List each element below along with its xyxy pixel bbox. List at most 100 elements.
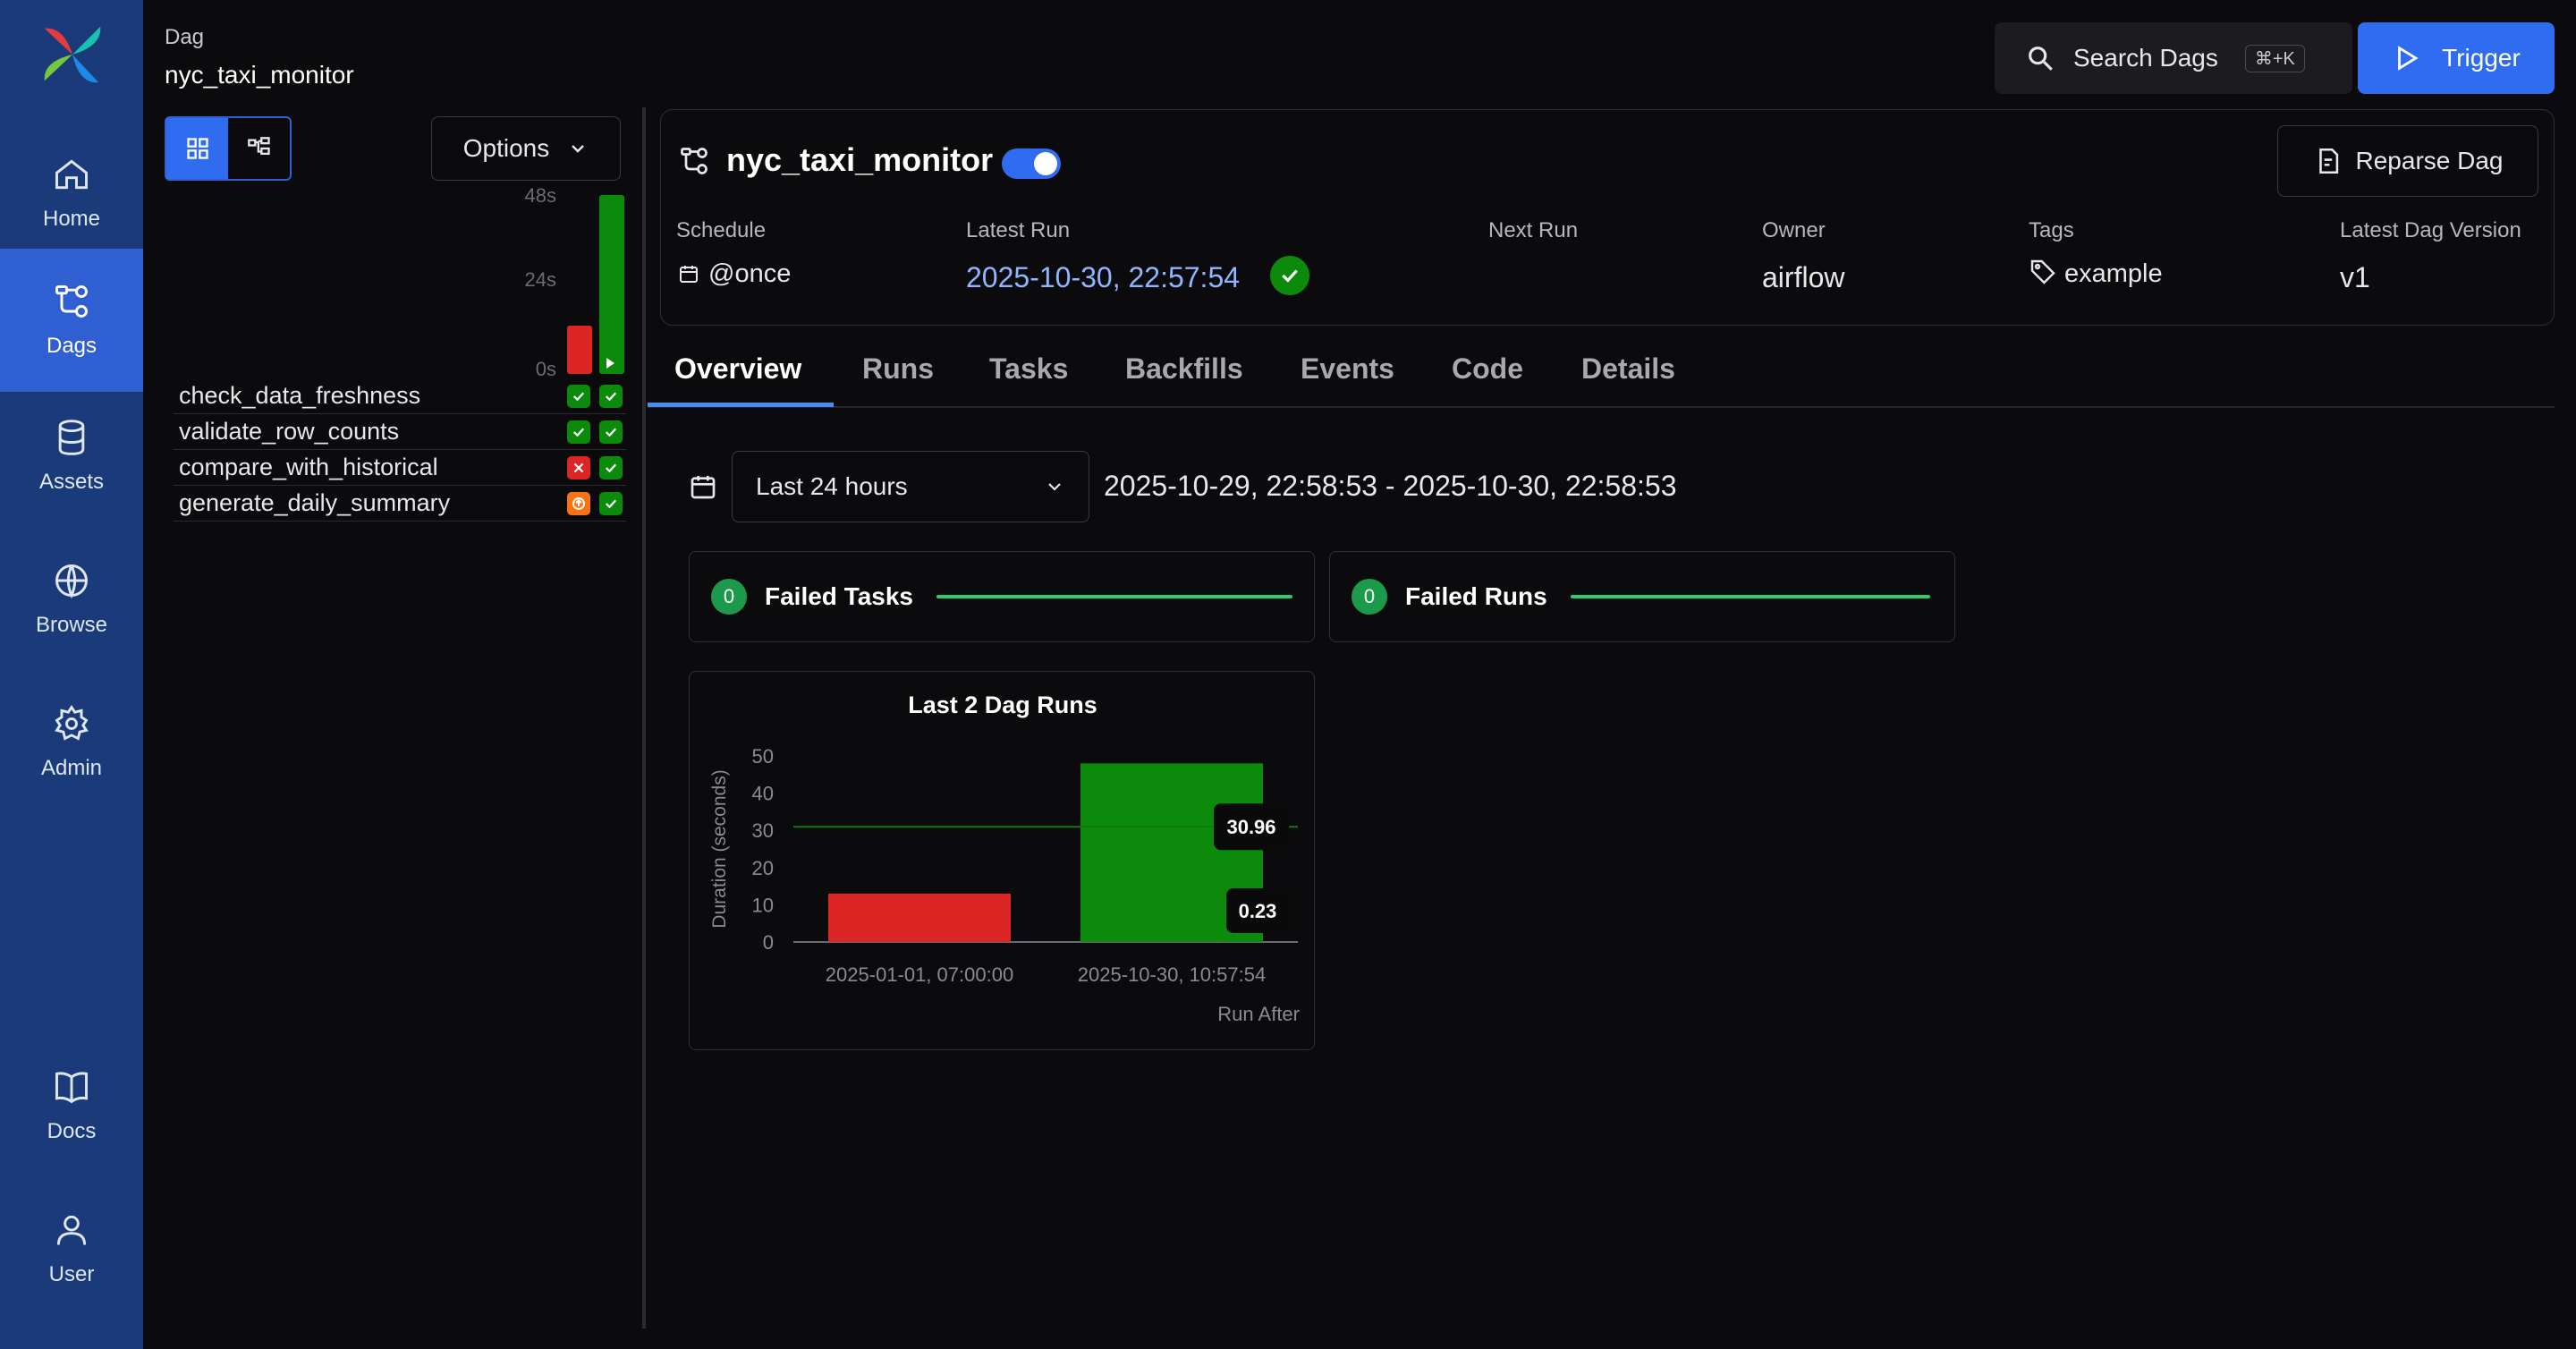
y-tick-label: 40	[752, 783, 774, 805]
y-tick-label: 20	[752, 857, 774, 879]
success-check-icon	[1270, 256, 1309, 295]
y-tick-label: 0	[763, 931, 774, 954]
check-icon	[605, 498, 617, 508]
failed-runs-count: 0	[1352, 579, 1387, 615]
check-icon	[572, 391, 585, 401]
options-dropdown[interactable]: Options	[431, 116, 621, 181]
failed-tasks-count: 0	[711, 579, 747, 615]
run-bar-failed[interactable]	[567, 326, 592, 374]
latest-run-link[interactable]: 2025-10-30, 22:57:54	[966, 261, 1240, 294]
failed-tasks-label: Failed Tasks	[765, 582, 914, 610]
tab-code[interactable]: Code	[1452, 352, 1523, 386]
tag-icon	[2029, 258, 2057, 291]
sidebar-item-label: User	[48, 1262, 95, 1286]
tab-overview[interactable]: Overview	[674, 352, 801, 386]
file-refresh-icon	[2318, 148, 2338, 174]
dag-title: nyc_taxi_monitor	[726, 141, 994, 178]
tabs-divider	[648, 406, 2555, 408]
sidebar-item-label: Docs	[47, 1119, 97, 1143]
version-value: v1	[2340, 261, 2370, 293]
task-instance-success[interactable]	[599, 420, 623, 444]
task-name: validate_row_counts	[179, 418, 400, 445]
airflow-logo[interactable]	[38, 20, 107, 89]
tab-backfills[interactable]: Backfills	[1125, 352, 1243, 386]
version-label: Latest Dag Version	[2340, 218, 2521, 242]
trigger-button[interactable]: Trigger	[2358, 22, 2555, 94]
tab-details[interactable]: Details	[1581, 352, 1675, 386]
sidebar-item-browse[interactable]: Browse	[0, 528, 143, 671]
check-icon	[605, 462, 617, 472]
task-row[interactable]: compare_with_historical	[174, 450, 626, 486]
task-instance-success[interactable]	[567, 384, 590, 408]
pause-toggle[interactable]	[1002, 148, 1061, 179]
duration-chart: Last 2 Dag Runs 0 10 20 30 40 50 Duration (seco…	[709, 691, 1300, 1025]
task-row[interactable]: validate_row_counts	[174, 414, 626, 450]
reference-label: 30.96	[1226, 816, 1275, 838]
panel-resize-handle[interactable]	[642, 107, 646, 1328]
search-icon	[2029, 47, 2053, 71]
search-dags-button[interactable]: Search Dags ⌘+K	[1995, 22, 2352, 94]
time-range-text: 2025-10-29, 22:58:53 - 2025-10-30, 22:58…	[1104, 470, 1677, 502]
tab-tasks[interactable]: Tasks	[989, 352, 1068, 386]
sidebar-item-user[interactable]: User	[0, 1177, 143, 1320]
tag-value[interactable]: example	[2064, 259, 2163, 289]
view-toggle	[165, 116, 292, 181]
dags-icon	[55, 285, 88, 318]
sidebar-item-label: Browse	[35, 613, 108, 637]
task-name: generate_daily_summary	[179, 489, 451, 516]
breadcrumb-label: Dag	[165, 25, 205, 49]
calendar-icon	[689, 472, 717, 505]
failed-runs-card[interactable]: 0 Failed Runs	[1329, 551, 1955, 642]
x-tick-label: 2025-10-30, 10:57:54	[1078, 963, 1266, 986]
active-tab-indicator	[648, 403, 834, 407]
graph-view-button[interactable]	[228, 118, 290, 179]
task-instance-success[interactable]	[599, 384, 623, 408]
task-name: compare_with_historical	[179, 454, 438, 480]
last-dag-runs-chart-card: Last 2 Dag Runs 0 10 20 30 40 50 Duration (seco…	[689, 671, 1315, 1050]
gear-icon	[55, 705, 89, 741]
sidebar-item-assets[interactable]: Assets	[0, 385, 143, 528]
latest-run-label: Latest Run	[966, 218, 1071, 242]
search-shortcut: ⌘+K	[2244, 44, 2305, 72]
sidebar-item-home[interactable]: Home	[0, 122, 143, 265]
chevron-down-icon	[572, 145, 585, 153]
next-run-label: Next Run	[1488, 218, 1579, 242]
reparse-label: Reparse Dag	[2355, 147, 2504, 174]
schedule-value: @once	[708, 259, 792, 288]
home-icon	[55, 159, 88, 190]
y-tick-label: 10	[752, 894, 774, 916]
chart-title: Last 2 Dag Runs	[908, 691, 1097, 718]
schedule-label: Schedule	[676, 218, 767, 242]
task-instance-upstream-failed[interactable]	[567, 491, 590, 515]
sidebar-item-docs[interactable]: Docs	[0, 1034, 143, 1177]
run-bar-success[interactable]	[599, 195, 624, 374]
user-icon	[56, 1215, 87, 1245]
task-row[interactable]: generate_daily_summary	[174, 486, 626, 522]
book-icon	[55, 1072, 88, 1104]
duration-tick: 24s	[524, 268, 556, 291]
task-instance-success[interactable]	[599, 455, 623, 479]
duration-tick: 48s	[524, 184, 556, 207]
play-icon	[2398, 46, 2419, 71]
reparse-dag-button[interactable]: Reparse Dag	[2277, 125, 2538, 197]
database-icon	[58, 420, 85, 455]
tab-events[interactable]: Events	[1301, 352, 1394, 386]
task-instance-success[interactable]	[599, 491, 623, 515]
failed-tasks-card[interactable]: 0 Failed Tasks	[689, 551, 1315, 642]
task-instance-success[interactable]	[567, 420, 590, 444]
running-play-icon	[606, 358, 614, 369]
grid-view-button[interactable]	[166, 118, 228, 179]
breadcrumb-dag-id[interactable]: nyc_taxi_monitor	[165, 61, 354, 89]
task-row[interactable]: check_data_freshness	[174, 378, 626, 414]
sidebar-item-dags[interactable]: Dags	[0, 249, 143, 392]
task-instance-failed[interactable]	[567, 455, 590, 479]
x-tick-label: 2025-01-01, 07:00:00	[826, 963, 1013, 986]
chevron-down-icon	[1048, 483, 1061, 491]
failed-runs-label: Failed Runs	[1405, 582, 1547, 610]
sidebar-item-admin[interactable]: Admin	[0, 671, 143, 814]
time-range-select[interactable]: Last 24 hours	[732, 451, 1089, 522]
dag-icon	[678, 145, 710, 182]
y-tick-label: 50	[752, 745, 774, 768]
tab-runs[interactable]: Runs	[862, 352, 934, 386]
time-range-value: Last 24 hours	[756, 472, 908, 500]
